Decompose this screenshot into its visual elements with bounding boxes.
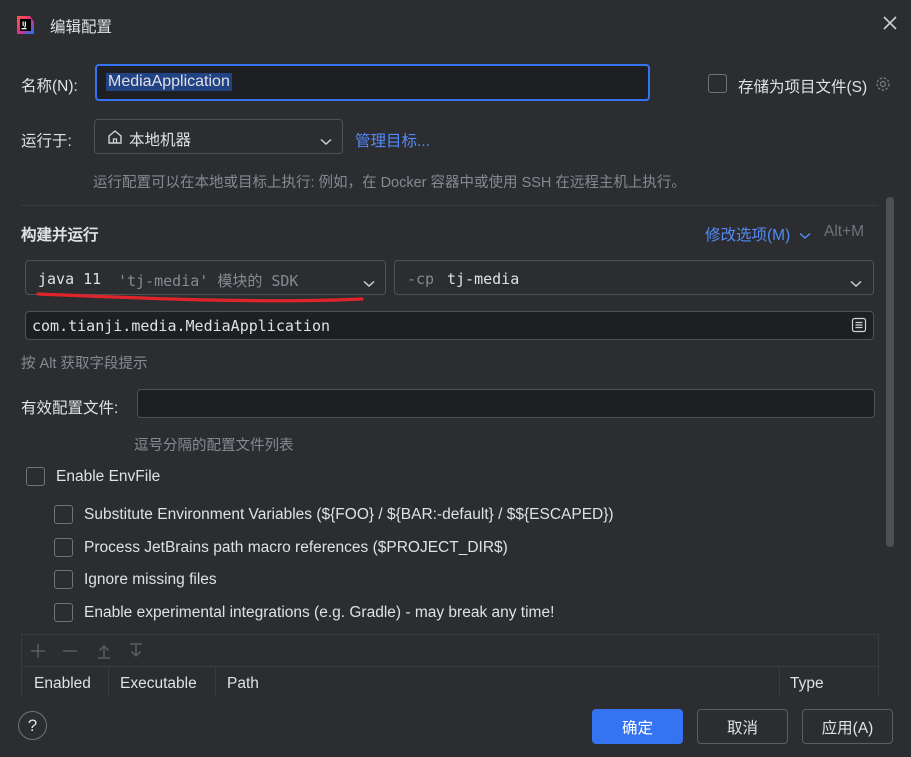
add-icon[interactable] — [30, 643, 46, 659]
apply-button-label: 应用(A) — [821, 719, 874, 737]
jdk-name: java 11 — [38, 270, 102, 288]
active-profiles-input[interactable] — [137, 389, 875, 418]
move-up-icon[interactable] — [96, 643, 112, 659]
classpath-module: tj-media — [447, 270, 520, 288]
run-target-dropdown[interactable]: 本地机器 — [94, 119, 343, 154]
ignore-missing-files-label: Ignore missing files — [84, 571, 217, 588]
column-divider — [779, 667, 780, 697]
store-as-project-file-checkbox[interactable] — [708, 74, 727, 93]
name-input[interactable]: MediaApplication — [95, 64, 650, 101]
active-profiles-label: 有效配置文件: — [21, 400, 119, 417]
close-icon[interactable] — [880, 13, 900, 33]
jdk-detail: 'tj-media' 模块的 SDK — [118, 272, 299, 290]
classpath-module-dropdown[interactable]: -cp tj-media — [394, 260, 874, 295]
run-target-value: 本地机器 — [129, 132, 192, 149]
help-button[interactable]: ? — [18, 711, 47, 740]
enable-envfile-label: Enable EnvFile — [56, 468, 161, 485]
column-header-executable[interactable]: Executable — [120, 675, 197, 693]
run-on-label: 运行于: — [21, 133, 72, 150]
ok-button[interactable]: 确定 — [592, 709, 683, 744]
process-path-macros-label: Process JetBrains path macro references … — [84, 539, 508, 556]
manage-targets-link[interactable]: 管理目标... — [355, 129, 430, 151]
svg-text:IJ: IJ — [22, 21, 26, 28]
modify-options-shortcut: Alt+M — [824, 223, 865, 240]
modify-options-link[interactable]: 修改选项(M) — [705, 223, 811, 245]
section-divider — [21, 205, 878, 206]
column-header-path[interactable]: Path — [227, 675, 259, 693]
classpath-prefix: -cp — [407, 270, 435, 288]
column-divider — [215, 667, 216, 697]
run-on-hint: 运行配置可以在本地或目标上执行: 例如，在 Docker 容器中或使用 SSH … — [93, 175, 686, 191]
gear-icon[interactable] — [873, 74, 893, 94]
process-path-macros-checkbox[interactable] — [54, 538, 73, 557]
substitute-env-vars-label: Substitute Environment Variables (${FOO}… — [84, 506, 614, 523]
main-class-input[interactable]: com.tianji.media.MediaApplication — [25, 311, 874, 340]
browse-class-icon[interactable] — [851, 317, 867, 333]
cancel-button-label: 取消 — [726, 719, 758, 737]
experimental-integrations-checkbox[interactable] — [54, 603, 73, 622]
cancel-button[interactable]: 取消 — [697, 709, 788, 744]
home-icon — [106, 128, 124, 146]
name-label: 名称(N): — [21, 78, 78, 95]
ok-button-label: 确定 — [621, 719, 653, 737]
substitute-env-vars-checkbox[interactable] — [54, 505, 73, 524]
column-header-type[interactable]: Type — [790, 675, 824, 693]
move-down-icon[interactable] — [128, 643, 144, 659]
build-run-heading: 构建并运行 — [21, 227, 99, 244]
store-as-project-file-label: 存储为项目文件(S) — [738, 79, 868, 96]
envfile-table-toolbar — [22, 635, 878, 667]
main-class-value: com.tianji.media.MediaApplication — [32, 317, 331, 335]
alt-hint: 按 Alt 获取字段提示 — [21, 356, 148, 372]
chevron-down-icon — [850, 275, 862, 288]
vertical-scrollbar[interactable] — [886, 197, 894, 547]
apply-button[interactable]: 应用(A) — [802, 709, 893, 744]
chevron-down-icon — [320, 133, 332, 146]
window-title: 编辑配置 — [50, 19, 113, 36]
name-input-value: MediaApplication — [106, 73, 232, 91]
experimental-integrations-label: Enable experimental integrations (e.g. G… — [84, 604, 555, 621]
chevron-down-icon — [363, 275, 375, 288]
help-icon: ? — [27, 715, 38, 735]
enable-envfile-checkbox[interactable] — [26, 467, 45, 486]
column-divider — [108, 667, 109, 697]
ignore-missing-files-checkbox[interactable] — [54, 570, 73, 589]
annotation-underline — [36, 290, 366, 304]
column-header-enabled[interactable]: Enabled — [34, 675, 91, 693]
active-profiles-hint: 逗号分隔的配置文件列表 — [134, 438, 294, 454]
remove-icon[interactable] — [62, 643, 78, 659]
modify-options-label: 修改选项(M) — [705, 227, 791, 244]
envfile-table: Enabled Executable Path Type — [21, 634, 879, 697]
chevron-down-icon — [799, 227, 811, 240]
intellij-idea-icon: IJ — [14, 14, 36, 36]
